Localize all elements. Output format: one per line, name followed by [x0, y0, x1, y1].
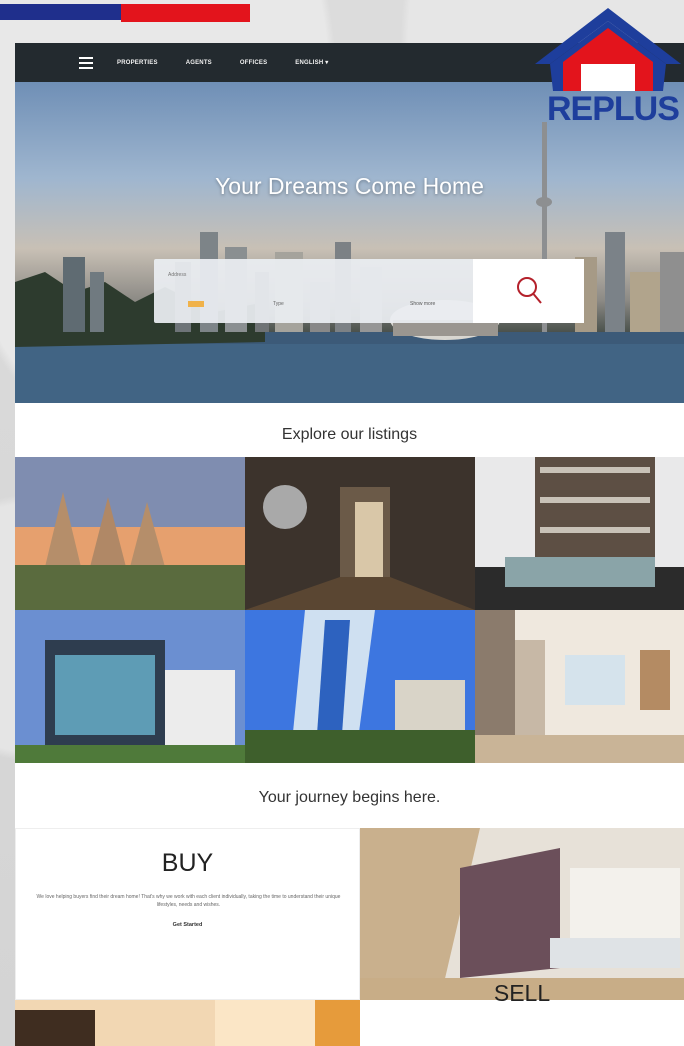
nav-language[interactable]: ENGLISH ▾: [295, 59, 328, 66]
red-stripe: [121, 4, 250, 22]
get-started-link[interactable]: Get Started: [16, 922, 359, 928]
buy-card: BUY We love helping buyers find their dr…: [15, 828, 360, 1000]
search-button[interactable]: [473, 259, 584, 323]
nav-properties[interactable]: PROPERTIES: [117, 60, 158, 66]
sell-title: SELL: [493, 980, 551, 1006]
listings-heading: Explore our listings: [281, 426, 418, 443]
city-skyline-image: [15, 122, 684, 403]
sell-image: [15, 1000, 360, 1046]
search-panel: Type Show more: [154, 259, 584, 323]
hero-banner: Your Dreams Come Home Type Show more: [15, 82, 684, 403]
search-icon: [516, 277, 542, 304]
blue-stripe: [0, 4, 121, 20]
interior-stairs-image: [360, 828, 684, 1000]
show-more-toggle[interactable]: Show more: [410, 301, 435, 307]
replus-logo: REPLUS: [533, 6, 684, 128]
listing-tile-tower[interactable]: [475, 457, 684, 610]
buy-title: BUY: [161, 849, 214, 877]
listing-tile-glass-house[interactable]: [15, 610, 245, 763]
listing-tile-desert[interactable]: [15, 457, 245, 610]
buy-description: We love helping buyers find their dream …: [36, 894, 341, 908]
search-input[interactable]: [168, 267, 468, 283]
journey-heading: Your journey begins here.: [258, 789, 441, 806]
listings-grid: [15, 457, 684, 763]
listing-tile-skyscraper[interactable]: [245, 610, 475, 763]
logo-text: REPLUS: [547, 90, 680, 128]
listing-tile-hallway[interactable]: [245, 457, 475, 610]
property-type-tag[interactable]: [188, 301, 204, 307]
website-screenshot: PROPERTIES AGENTS OFFICES ENGLISH ▾ Your…: [15, 43, 684, 1046]
type-filter[interactable]: Type: [273, 301, 284, 307]
listing-tile-living-room[interactable]: [475, 610, 684, 763]
nav-agents[interactable]: AGENTS: [186, 60, 212, 66]
hero-title: Your Dreams Come Home: [215, 173, 484, 199]
menu-icon[interactable]: [79, 56, 93, 69]
nav-offices[interactable]: OFFICES: [240, 60, 267, 66]
